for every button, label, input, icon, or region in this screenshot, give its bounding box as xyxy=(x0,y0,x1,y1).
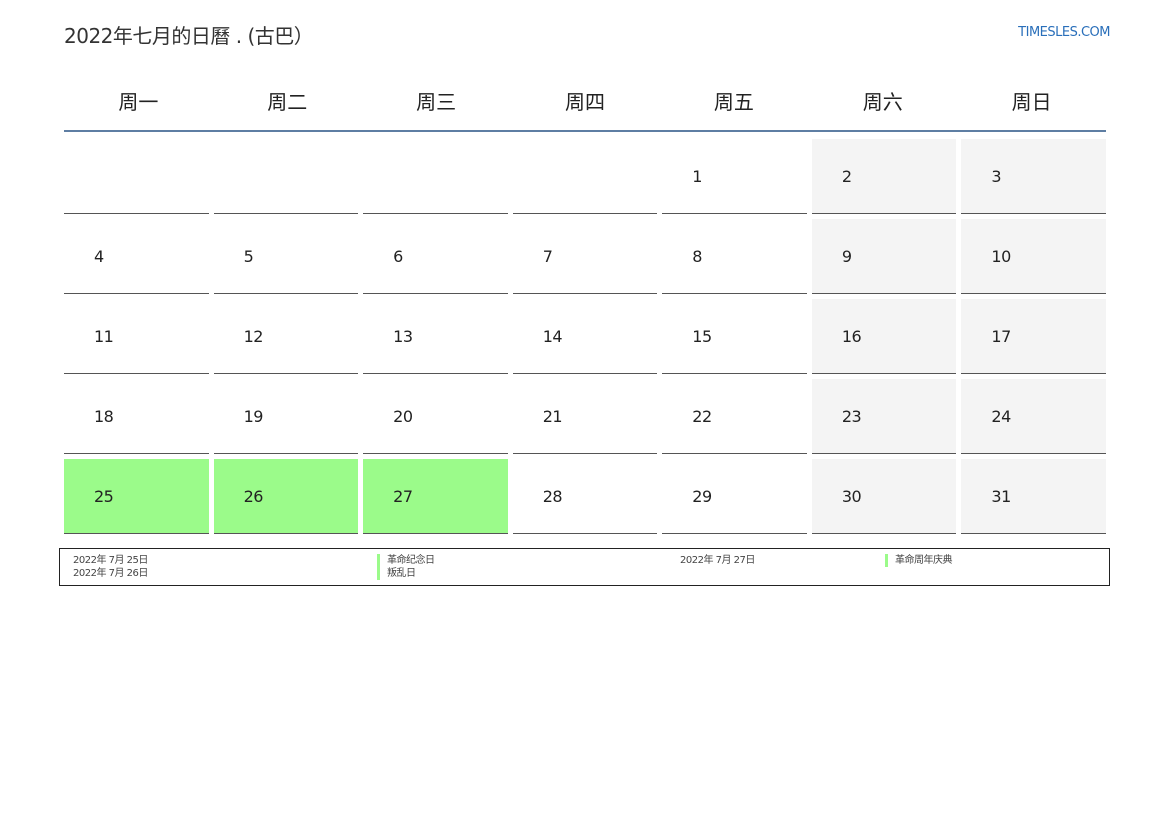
calendar-grid: 1 2 3 4 5 6 7 8 9 10 11 12 13 14 15 16 17 18 19 20 21 22 23 24 2… xyxy=(64,139,1106,534)
day-number: 25 xyxy=(94,487,114,506)
legend-holiday-name: 革命纪念日 xyxy=(377,554,435,567)
day-cell[interactable]: 2 xyxy=(811,139,957,214)
day-number: 18 xyxy=(94,407,114,426)
day-number: 1 xyxy=(692,167,702,186)
day-cell[interactable]: 18 xyxy=(64,379,209,454)
weekday-fri: 周五 xyxy=(713,89,754,114)
day-cell[interactable]: 7 xyxy=(512,219,658,294)
weekday-sun: 周日 xyxy=(1011,89,1052,114)
day-number: 2 xyxy=(841,167,852,186)
weekday-thu: 周四 xyxy=(565,89,605,114)
day-cell[interactable]: 13 xyxy=(363,299,508,374)
day-number: 21 xyxy=(542,407,563,426)
day-cell[interactable]: 24 xyxy=(961,379,1106,454)
day-number: 24 xyxy=(991,407,1011,426)
day-number: 11 xyxy=(94,327,114,346)
empty-day-cell xyxy=(363,139,508,214)
day-number: 29 xyxy=(692,487,712,506)
day-number: 9 xyxy=(841,247,852,266)
day-cell[interactable]: 28 xyxy=(512,459,658,534)
day-cell[interactable]: 17 xyxy=(961,299,1106,374)
day-cell[interactable]: 6 xyxy=(363,219,508,294)
weekday-mon: 周一 xyxy=(118,89,159,114)
day-cell[interactable]: 25 xyxy=(64,459,209,534)
legend-date: 2022年 7月 26日 xyxy=(73,568,148,579)
legend-date: 2022年 7月 25日 xyxy=(73,555,148,566)
day-cell[interactable]: 11 xyxy=(64,299,209,374)
day-cell[interactable]: 29 xyxy=(662,459,807,534)
day-number: 3 xyxy=(991,167,1002,186)
day-number: 13 xyxy=(393,327,413,346)
day-cell[interactable]: 8 xyxy=(662,219,807,294)
day-cell[interactable]: 26 xyxy=(213,459,359,534)
day-number: 28 xyxy=(542,487,563,506)
legend-holiday-name: 革命周年庆典 xyxy=(885,554,953,567)
day-cell[interactable]: 9 xyxy=(811,219,957,294)
empty-day-cell xyxy=(213,139,359,214)
day-number: 19 xyxy=(243,407,264,426)
day-cell[interactable]: 12 xyxy=(213,299,359,374)
day-number: 5 xyxy=(243,247,254,266)
day-number: 8 xyxy=(692,247,702,266)
day-cell[interactable]: 14 xyxy=(512,299,658,374)
page-title: 2022年七月的日曆 . (古巴） xyxy=(64,24,314,48)
day-number: 26 xyxy=(243,487,264,506)
day-cell[interactable]: 23 xyxy=(811,379,957,454)
day-cell[interactable]: 5 xyxy=(213,219,359,294)
legend-holiday-name: 叛乱日 xyxy=(377,567,416,580)
day-cell[interactable]: 3 xyxy=(961,139,1106,214)
day-number: 16 xyxy=(841,327,862,346)
day-number: 22 xyxy=(692,407,712,426)
legend-date: 2022年 7月 27日 xyxy=(680,555,755,566)
day-number: 4 xyxy=(94,247,104,266)
day-cell[interactable]: 16 xyxy=(811,299,957,374)
empty-day-cell xyxy=(64,139,209,214)
day-number: 20 xyxy=(393,407,413,426)
day-cell[interactable]: 21 xyxy=(512,379,658,454)
weekday-tue: 周二 xyxy=(267,89,308,114)
day-number: 7 xyxy=(542,247,553,266)
weekday-sat: 周六 xyxy=(862,89,903,114)
day-number: 12 xyxy=(243,327,264,346)
day-number: 30 xyxy=(841,487,862,506)
empty-day-cell xyxy=(512,139,658,214)
day-cell[interactable]: 22 xyxy=(662,379,807,454)
day-number: 15 xyxy=(692,327,712,346)
day-number: 31 xyxy=(991,487,1011,506)
day-number: 14 xyxy=(542,327,563,346)
day-cell[interactable]: 1 xyxy=(662,139,807,214)
day-cell[interactable]: 20 xyxy=(363,379,508,454)
day-cell[interactable]: 19 xyxy=(213,379,359,454)
day-number: 23 xyxy=(841,407,862,426)
brand-link[interactable]: TIMESLES.COM xyxy=(1018,25,1110,40)
day-cell[interactable]: 31 xyxy=(961,459,1106,534)
day-cell[interactable]: 30 xyxy=(811,459,957,534)
day-cell[interactable]: 10 xyxy=(961,219,1106,294)
weekday-header-row: 周一 周二 周三 周四 周五 周六 周日 xyxy=(64,70,1106,132)
day-cell[interactable]: 27 xyxy=(363,459,508,534)
day-number: 27 xyxy=(393,487,413,506)
day-cell[interactable]: 15 xyxy=(662,299,807,374)
holiday-legend: 2022年 7月 25日 革命纪念日 2022年 7月 26日 叛乱日 2022… xyxy=(59,548,1110,586)
day-number: 10 xyxy=(991,247,1011,266)
weekday-wed: 周三 xyxy=(416,89,457,114)
day-number: 17 xyxy=(991,327,1011,346)
day-number: 6 xyxy=(393,247,403,266)
day-cell[interactable]: 4 xyxy=(64,219,209,294)
